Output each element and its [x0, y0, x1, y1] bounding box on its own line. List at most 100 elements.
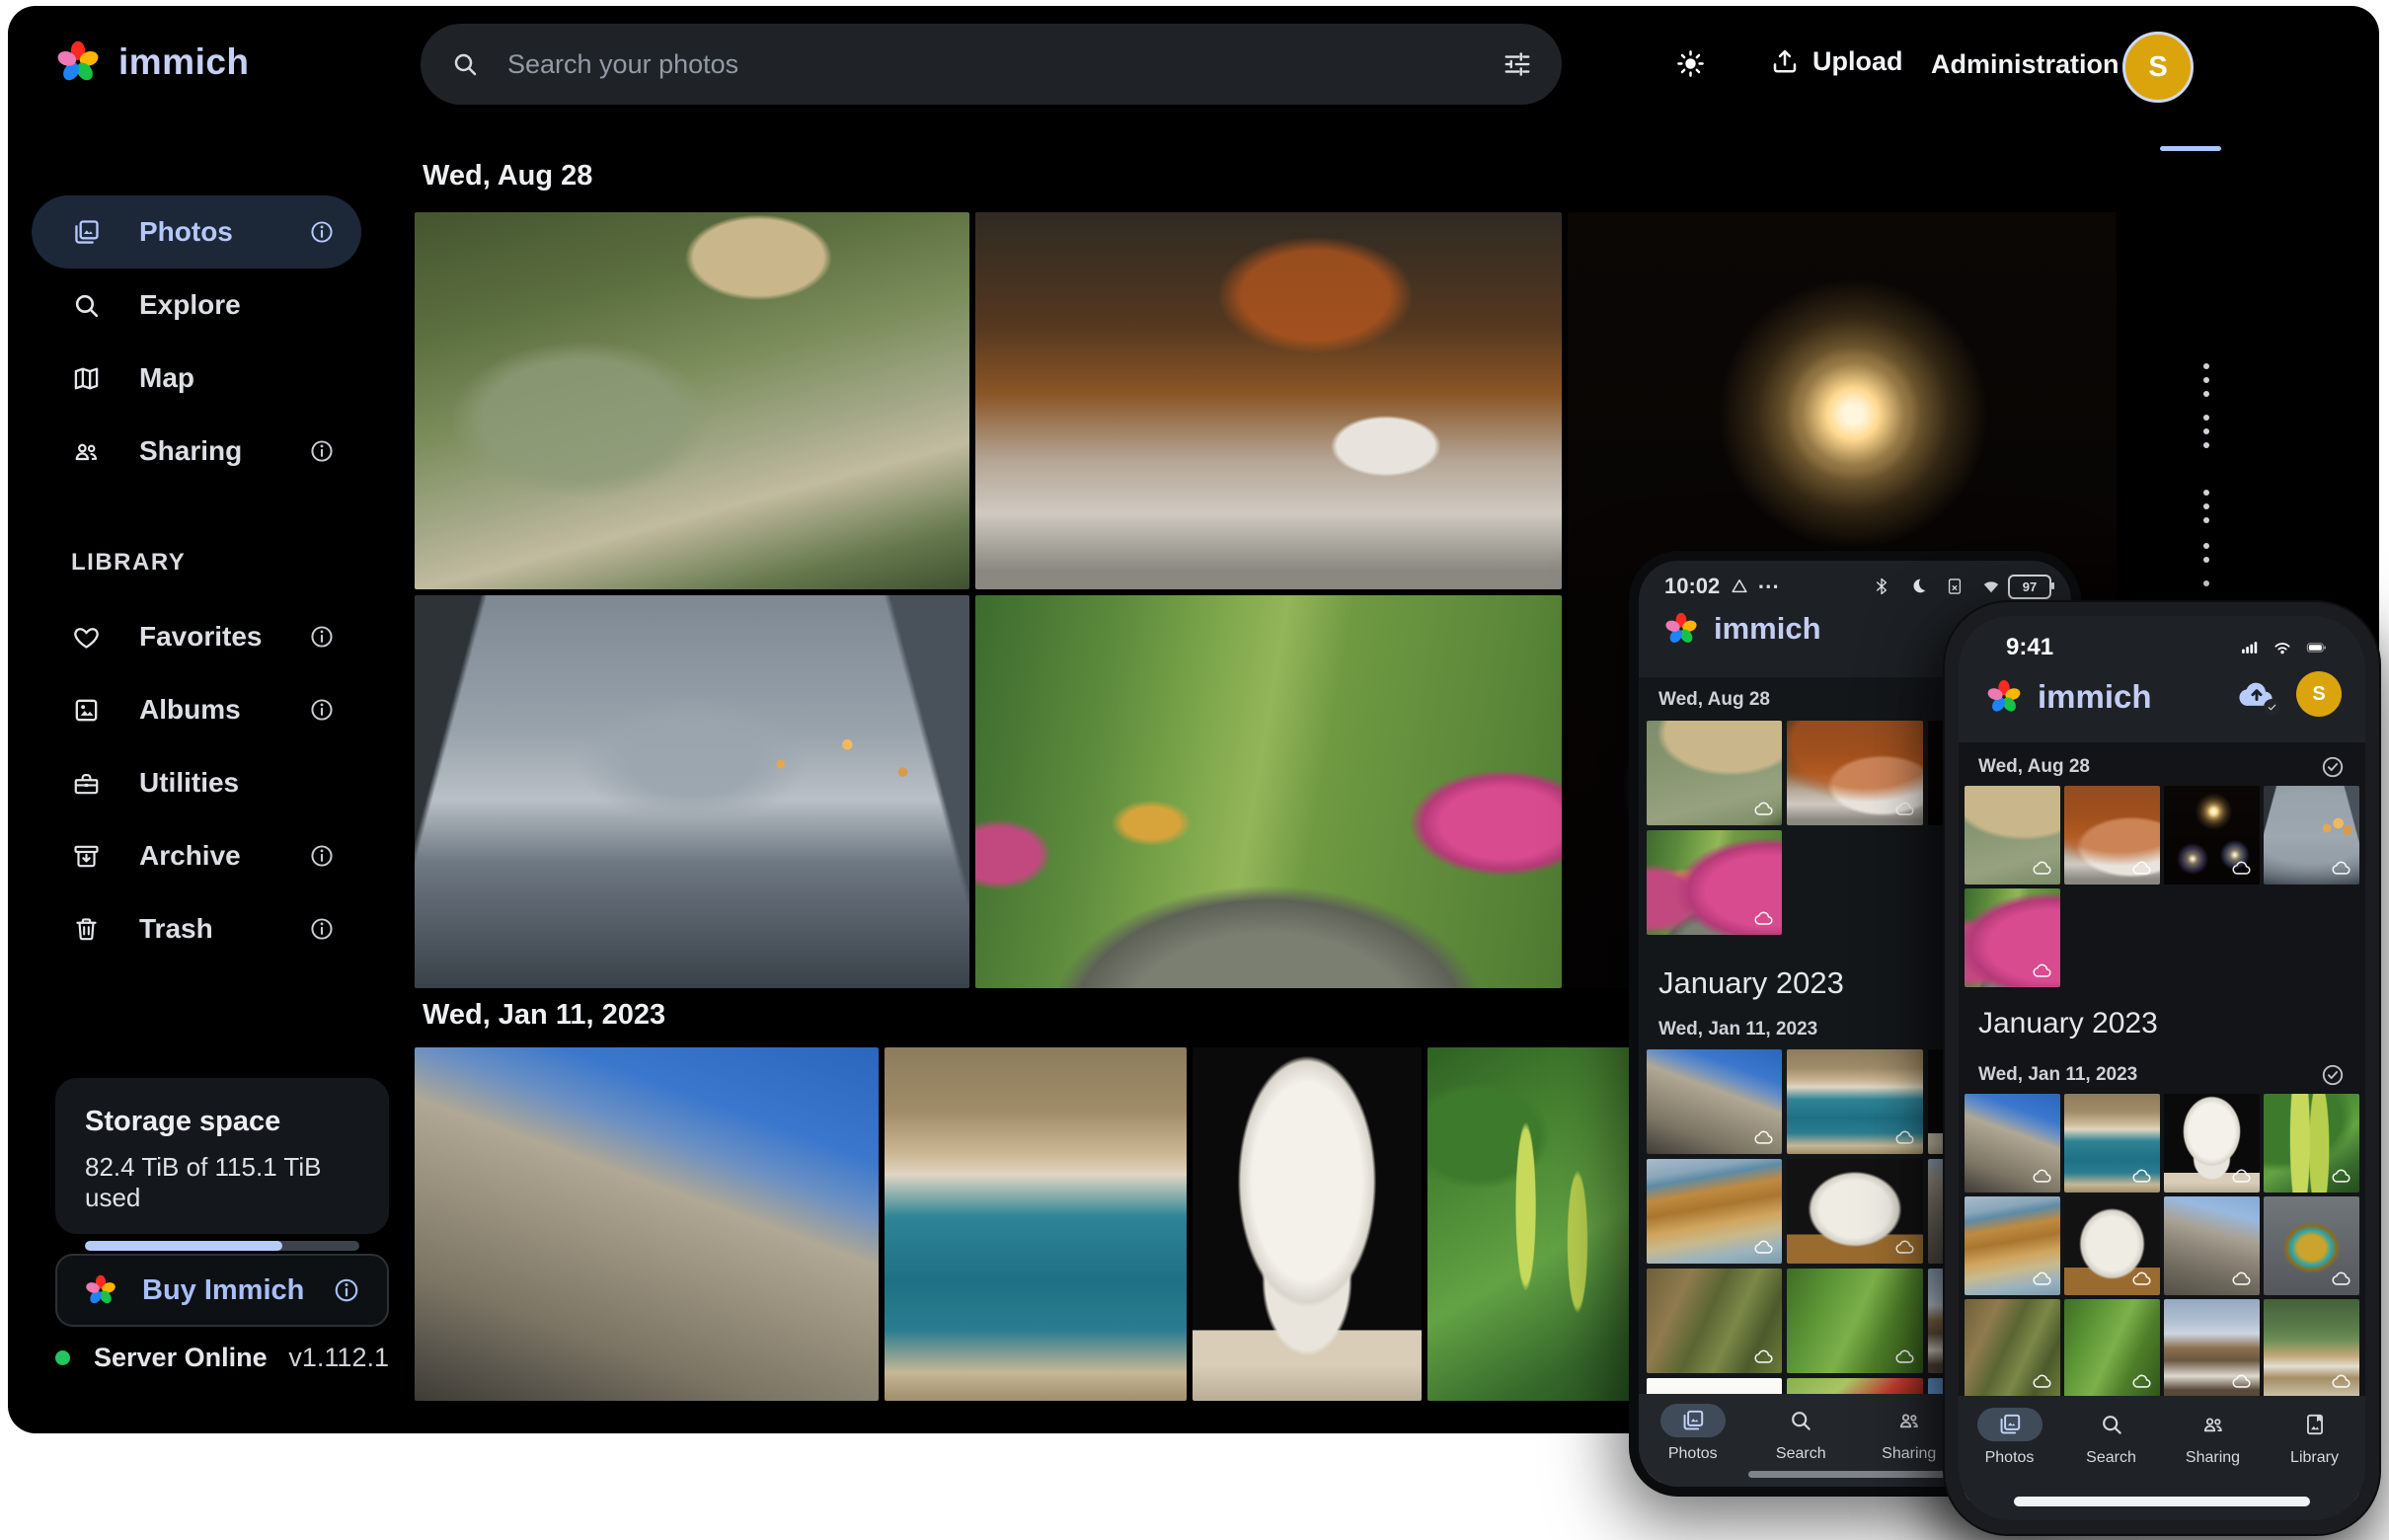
dnd-icon: [1730, 577, 1749, 596]
photo-ruins-wall[interactable]: [2164, 1196, 2260, 1295]
photo-castle-wall[interactable]: [415, 1047, 879, 1401]
photo-beach-cliff[interactable]: [1647, 1159, 1782, 1264]
photo-zoo-monkeys[interactable]: [1965, 786, 2060, 885]
app-logo[interactable]: immich: [53, 38, 250, 87]
sidebar-item[interactable]: Utilities: [32, 746, 361, 819]
date-group-header: Wed, Jan 11, 2023: [1658, 1019, 1817, 1040]
server-status-row: Server Online v1.112.1: [55, 1343, 389, 1373]
photo-marble-sculpture[interactable]: [1787, 1159, 1922, 1264]
photo-lizard-dry[interactable]: [1647, 1269, 1782, 1373]
photo-coast-tower[interactable]: [1787, 1049, 1922, 1154]
photo-castle-wall[interactable]: [1965, 1094, 2060, 1193]
cloud-sync-icon: [2131, 1370, 2153, 1392]
photo-lizard-moss[interactable]: [1787, 1269, 1922, 1373]
buy-immich-button[interactable]: Buy Immich: [55, 1254, 389, 1327]
search-icon: [450, 49, 480, 79]
cloud-sync-icon: [2032, 1165, 2053, 1187]
photo-sea-grapes[interactable]: [2264, 1094, 2359, 1193]
wifi-icon: [2270, 638, 2295, 657]
sidebar-item[interactable]: Favorites: [32, 600, 361, 673]
bottom-nav-item[interactable]: Sharing: [2162, 1408, 2264, 1467]
info-icon[interactable]: [308, 218, 336, 246]
sidebar-item-label: Archive: [139, 840, 241, 872]
cloud-sync-icon: [2231, 1268, 2253, 1289]
theme-toggle-sun-icon[interactable]: [1674, 47, 1707, 80]
sidebar-item[interactable]: Sharing: [32, 415, 361, 488]
photo-coast-tower[interactable]: [2064, 1094, 2160, 1193]
photo-marble-bust[interactable]: [2164, 1094, 2260, 1193]
photo-ornament[interactable]: [2264, 1196, 2359, 1295]
sidebar-item[interactable]: Albums: [32, 673, 361, 746]
photo-lizard-dry[interactable]: [1965, 1299, 2060, 1398]
sidebar-item[interactable]: Map: [32, 342, 361, 415]
search-bar[interactable]: [421, 24, 1562, 105]
server-status-label: Server Online: [94, 1343, 268, 1373]
photo-marble-sculpture[interactable]: [2064, 1196, 2160, 1295]
info-icon[interactable]: [308, 437, 336, 465]
administration-link[interactable]: Administration: [1931, 49, 2119, 80]
iphone-app-header: immich: [1984, 677, 2152, 717]
photo-zoo-monkeys[interactable]: [1647, 721, 1782, 825]
timeline-scrubber-indicator[interactable]: [2160, 146, 2221, 151]
nav-pill: [1768, 1404, 1833, 1437]
photo-holding-hands[interactable]: [415, 595, 969, 988]
bottom-nav-item[interactable]: Library: [2264, 1408, 2365, 1467]
sidebar-item-icon: [71, 622, 102, 653]
cloud-sync-icon: [1753, 907, 1775, 929]
user-avatar[interactable]: S: [2296, 671, 2342, 717]
upload-button[interactable]: Upload: [1769, 45, 1903, 77]
photo-castle-wall[interactable]: [1647, 1049, 1782, 1154]
bottom-nav-item[interactable]: Search: [1747, 1404, 1856, 1463]
server-version: v1.112.1: [288, 1343, 389, 1373]
info-icon[interactable]: [308, 623, 336, 651]
photo-zoo-monkeys[interactable]: [415, 212, 969, 589]
photo-holding-hands[interactable]: [2264, 786, 2359, 885]
info-icon[interactable]: [308, 696, 336, 724]
photo-dinner-table[interactable]: [2064, 786, 2160, 885]
select-all-check-icon[interactable]: [2320, 1062, 2346, 1088]
info-icon[interactable]: [332, 1275, 361, 1305]
sidebar-item-icon: [71, 290, 102, 321]
sidebar-item[interactable]: Photos: [32, 195, 361, 269]
bottom-nav-item[interactable]: Photos: [1639, 1404, 1747, 1463]
sidebar-item[interactable]: Trash: [32, 892, 361, 965]
photo-dinner-table[interactable]: [975, 212, 1562, 589]
photo-autumn-path[interactable]: [975, 595, 1562, 988]
nav-pill: [1977, 1408, 2042, 1441]
nav-pill: [2181, 1408, 2246, 1441]
backup-cloud-button[interactable]: [2235, 672, 2278, 716]
photo-alpine-village[interactable]: [2264, 1299, 2359, 1398]
date-group-header: Wed, Jan 11, 2023: [423, 999, 665, 1032]
photo-coast-tower[interactable]: [885, 1047, 1187, 1401]
info-icon[interactable]: [308, 842, 336, 870]
nav-pill: [2282, 1408, 2348, 1441]
bottom-nav-item[interactable]: Photos: [1959, 1408, 2060, 1467]
sidebar-item[interactable]: Archive: [32, 819, 361, 892]
sim-missing-icon: [1945, 577, 1965, 596]
bottom-nav-item[interactable]: Search: [2060, 1408, 2162, 1467]
battery-icon: [2302, 638, 2332, 657]
photo-autumn-path[interactable]: [1965, 888, 2060, 987]
sidebar-item-label: Albums: [139, 694, 241, 726]
sidebar-item-label: Explore: [139, 289, 241, 321]
nav-label: Sharing: [1882, 1445, 1936, 1463]
sidebar-nav: Photos Explore Map Sharing: [8, 122, 403, 488]
photo-fireworks[interactable]: [2164, 786, 2260, 885]
immich-flower-icon: [83, 1272, 118, 1308]
user-avatar[interactable]: S: [2122, 32, 2194, 103]
info-icon[interactable]: [308, 915, 336, 943]
cloud-sync-icon: [1753, 1236, 1775, 1258]
cloud-sync-icon: [1894, 1346, 1916, 1367]
photo-marble-bust[interactable]: [1193, 1047, 1422, 1401]
select-all-check-icon[interactable]: [2320, 754, 2346, 780]
search-filter-icon[interactable]: [1503, 49, 1532, 79]
library-section-label: LIBRARY: [71, 549, 403, 577]
photo-dinner-table[interactable]: [1787, 721, 1922, 825]
photo-autumn-path[interactable]: [1647, 830, 1782, 935]
photo-winter-village[interactable]: [2164, 1299, 2260, 1398]
photo-lizard-moss[interactable]: [2064, 1299, 2160, 1398]
sidebar-item-label: Photos: [139, 216, 233, 248]
sidebar-item[interactable]: Explore: [32, 269, 361, 342]
search-input[interactable]: [505, 48, 1503, 81]
photo-beach-cliff[interactable]: [1965, 1196, 2060, 1295]
